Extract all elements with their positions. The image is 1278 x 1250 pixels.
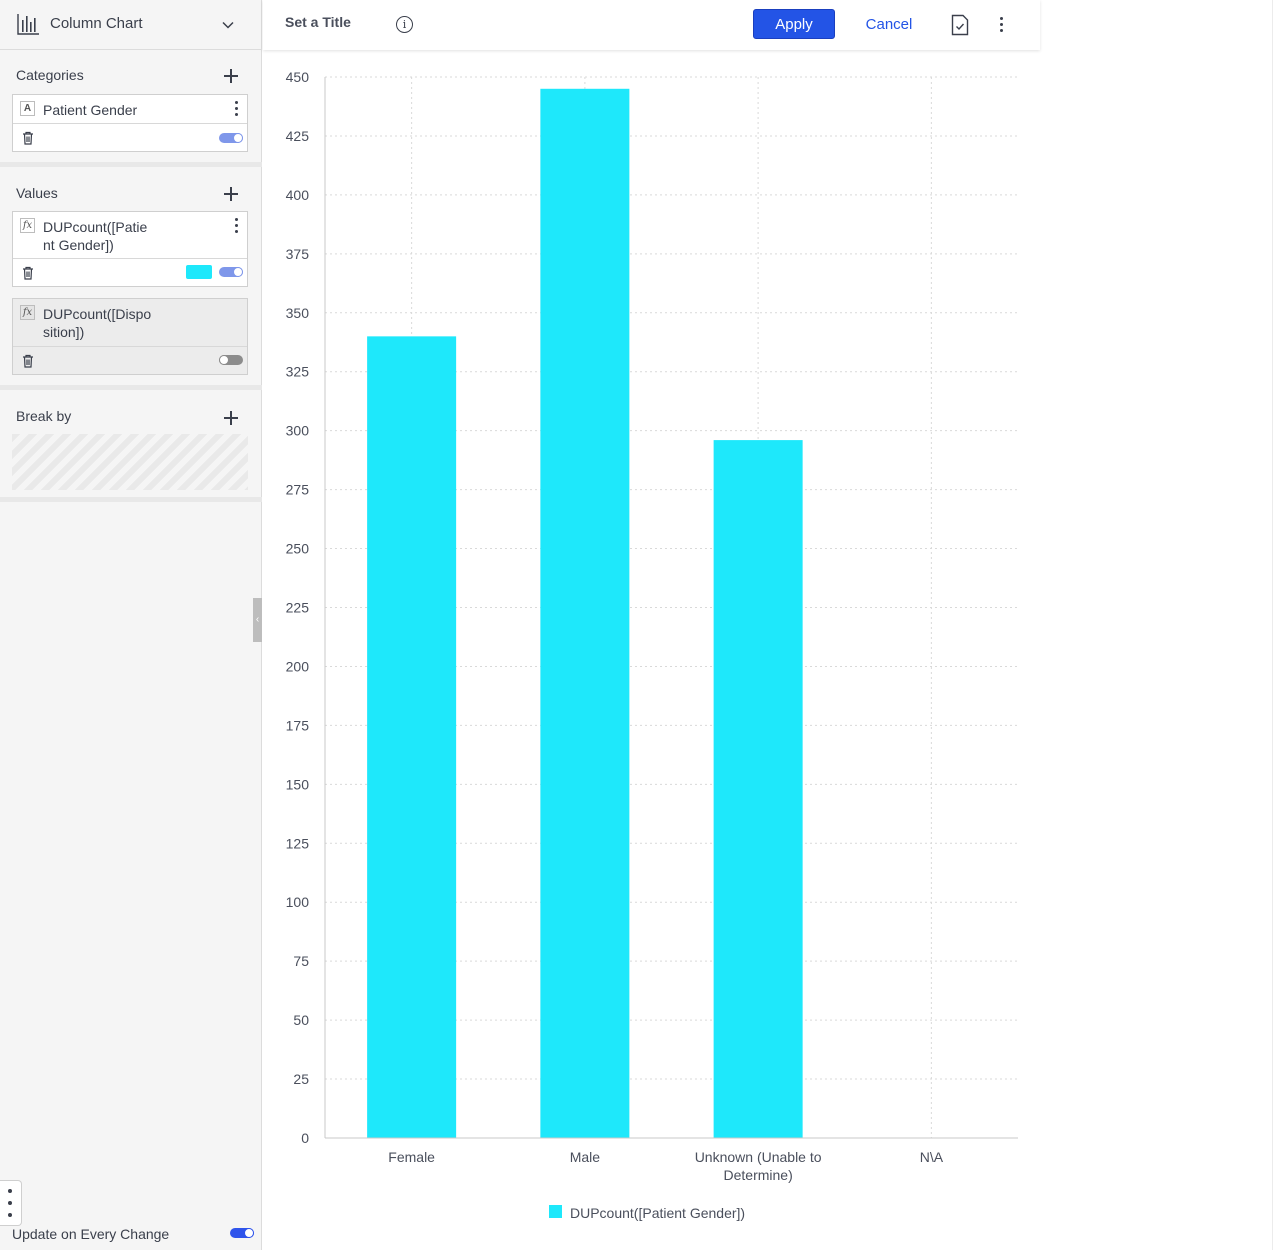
- value-item-label: DUPcount([Patie nt Gender]): [43, 218, 147, 254]
- more-options-icon[interactable]: [1000, 17, 1004, 33]
- value-item-label: DUPcount([Dispo sition]): [43, 305, 151, 341]
- formula-icon: fx: [20, 218, 35, 233]
- right-panel-edge: [1272, 0, 1278, 1250]
- chevron-down-icon[interactable]: [220, 17, 236, 33]
- bar: [367, 336, 457, 1138]
- trash-icon[interactable]: [22, 354, 34, 368]
- section-divider: [0, 162, 262, 167]
- add-break-by-icon[interactable]: [224, 411, 238, 425]
- series-color-swatch[interactable]: [186, 265, 212, 279]
- kebab-menu-icon[interactable]: [235, 218, 239, 234]
- chart-type-selector[interactable]: Column Chart: [0, 0, 262, 50]
- legend-swatch: [549, 1205, 562, 1218]
- categories-title: Categories: [16, 67, 84, 83]
- value-item-disabled[interactable]: fx DUPcount([Dispo sition]): [12, 298, 248, 375]
- y-tick-label: 200: [286, 658, 310, 674]
- y-tick-label: 400: [286, 187, 310, 203]
- widget-editor-sidebar: Column Chart Categories A Patient Gender…: [0, 0, 262, 1250]
- x-tick-label: Female: [388, 1149, 435, 1165]
- y-tick-label: 250: [286, 541, 310, 557]
- category-item-label: Patient Gender: [43, 102, 138, 118]
- x-tick-label: Unknown (Unable to Determine): [695, 1149, 822, 1183]
- category-item[interactable]: A Patient Gender: [12, 94, 248, 152]
- collapse-panel-handle[interactable]: ‹: [253, 598, 262, 642]
- y-tick-label: 325: [286, 364, 310, 380]
- value-item[interactable]: fx DUPcount([Patie nt Gender]): [12, 211, 248, 287]
- add-value-icon[interactable]: [224, 187, 238, 201]
- category-toggle[interactable]: [219, 133, 243, 143]
- y-tick-label: 425: [286, 128, 310, 144]
- column-chart: 0 25 50 75 100 125 150 175 200 225 250 275 300 325 350…: [286, 69, 1018, 1221]
- legend-label: DUPcount([Patient Gender]): [570, 1205, 745, 1221]
- y-tick-label: 0: [301, 1130, 309, 1146]
- x-tick-label: Male: [570, 1149, 601, 1165]
- text-type-icon: A: [20, 101, 35, 116]
- update-on-change-toggle[interactable]: [230, 1228, 254, 1238]
- break-by-drop-zone[interactable]: [12, 434, 248, 490]
- break-by-title: Break by: [16, 408, 72, 424]
- section-divider: [0, 497, 262, 502]
- y-tick-label: 75: [293, 953, 309, 969]
- value-label-line2: sition]): [43, 324, 85, 340]
- value-toggle[interactable]: [219, 355, 243, 365]
- bar: [540, 88, 630, 1138]
- values-title: Values: [16, 185, 58, 201]
- y-tick-label: 350: [286, 305, 310, 321]
- kebab-menu-icon[interactable]: [235, 101, 239, 117]
- y-tick-label: 175: [286, 717, 310, 733]
- section-divider: [0, 385, 262, 390]
- y-tick-label: 375: [286, 246, 310, 262]
- add-category-icon[interactable]: [224, 69, 238, 83]
- formula-icon: fx: [20, 305, 35, 320]
- save-file-icon[interactable]: [951, 14, 969, 36]
- bar: [713, 440, 803, 1138]
- value-label-line1: DUPcount([Patie: [43, 219, 148, 235]
- value-label-line2: nt Gender]): [43, 237, 114, 253]
- info-icon[interactable]: i: [396, 16, 413, 33]
- y-tick-label: 50: [293, 1012, 309, 1028]
- apply-button[interactable]: Apply: [753, 9, 835, 39]
- y-tick-label: 300: [286, 423, 310, 439]
- y-tick-label: 25: [293, 1071, 309, 1087]
- value-label-line1: DUPcount([Dispo: [43, 306, 152, 322]
- y-tick-label: 100: [286, 894, 310, 910]
- column-chart-icon: [17, 14, 39, 35]
- chart-type-label: Column Chart: [50, 15, 143, 32]
- y-tick-label: 225: [286, 600, 310, 616]
- drag-handle-icon[interactable]: [0, 1180, 22, 1226]
- y-tick-label: 125: [286, 835, 310, 851]
- cancel-button[interactable]: Cancel: [853, 9, 925, 39]
- y-tick-label: 450: [286, 69, 310, 85]
- trash-icon[interactable]: [22, 266, 34, 280]
- editor-toolbar: Set a Title i Apply Cancel: [263, 0, 1040, 50]
- y-tick-label: 275: [286, 482, 310, 498]
- y-tick-label: 150: [286, 776, 310, 792]
- widget-title-input[interactable]: Set a Title: [285, 14, 351, 30]
- update-on-change-label: Update on Every Change: [12, 1226, 170, 1242]
- value-toggle[interactable]: [219, 267, 243, 277]
- x-tick-label: N\A: [920, 1149, 944, 1165]
- trash-icon[interactable]: [22, 131, 34, 145]
